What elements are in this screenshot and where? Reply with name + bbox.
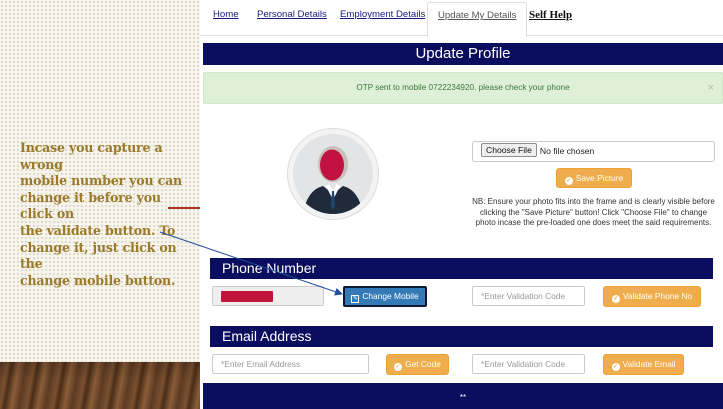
phone-validation-code-input[interactable]: *Enter Validation Code (472, 286, 585, 306)
validate-email-label: Validate Email (622, 359, 676, 369)
email-placeholder: *Enter Email Address (221, 359, 301, 369)
validate-phone-button[interactable]: ✓ Validate Phone No (603, 286, 701, 307)
phone-redaction (221, 291, 273, 302)
otp-alert: OTP sent to mobile 0722234920. please ch… (203, 72, 723, 104)
avatar-photo (293, 134, 373, 214)
tab-personal-details[interactable]: Personal Details (257, 9, 327, 20)
save-picture-button[interactable]: ✓ Save Picture (556, 168, 632, 188)
photo-file-input[interactable]: Choose File No file chosen (472, 141, 715, 162)
check-circle-icon: ✓ (564, 177, 573, 185)
person-silhouette-icon (303, 146, 363, 214)
validate-phone-label: Validate Phone No (622, 291, 693, 301)
email-validation-placeholder: *Enter Validation Code (481, 359, 566, 369)
change-mobile-button[interactable]: ✎ Change Mobile (343, 286, 427, 307)
phone-validation-placeholder: *Enter Validation Code (481, 291, 566, 301)
callout-line: the validate button. To (20, 222, 176, 238)
change-mobile-label: Change Mobile (362, 291, 419, 301)
callout-line: mobile number you can (20, 173, 183, 189)
callout-line: change mobile button. (20, 272, 176, 288)
get-code-label: Get Code (405, 359, 441, 369)
choose-file-button[interactable]: Choose File (481, 143, 537, 157)
alert-message: OTP sent to mobile 0722234920. please ch… (356, 83, 570, 92)
instruction-callout: Incase you capture a wrong mobile number… (20, 140, 195, 289)
phone-number-field (212, 286, 324, 306)
email-validation-code-input[interactable]: *Enter Validation Code (472, 354, 585, 374)
phone-section-title: Phone Number (210, 258, 713, 279)
profile-page: Home Personal Details Employment Details… (200, 0, 723, 409)
edit-icon: ✎ (351, 295, 360, 303)
tab-self-help[interactable]: Self Help (529, 9, 572, 21)
email-section-title: Email Address (210, 326, 713, 347)
tab-update-my-details[interactable]: Update My Details (427, 2, 528, 37)
save-picture-label: Save Picture (575, 173, 624, 183)
check-circle-icon: ✓ (611, 363, 620, 371)
wood-floor-decoration (0, 362, 200, 409)
slide-panel: Incase you capture a wrong mobile number… (0, 0, 200, 409)
callout-line: change it, just click on the (20, 239, 177, 272)
email-input[interactable]: *Enter Email Address (212, 354, 369, 374)
no-file-text: No file chosen (539, 146, 595, 156)
avatar (287, 128, 379, 220)
slide-divider (168, 207, 200, 209)
get-code-button[interactable]: ✓ Get Code (386, 354, 449, 375)
callout-line: Incase you capture a wrong (20, 140, 163, 172)
check-circle-icon: ✓ (394, 363, 403, 371)
footer-bar: ** (203, 383, 723, 409)
check-circle-icon: ✓ (611, 295, 620, 303)
tab-home[interactable]: Home (213, 9, 239, 20)
tab-employment-details[interactable]: Employment Details (340, 9, 425, 20)
close-icon[interactable]: × (708, 73, 714, 103)
validate-email-button[interactable]: ✓ Validate Email (603, 354, 684, 375)
page-title: Update Profile (203, 43, 723, 65)
nav-tabs: Home Personal Details Employment Details… (200, 0, 723, 37)
photo-note: NB: Ensure your photo fits into the fram… (472, 197, 715, 228)
